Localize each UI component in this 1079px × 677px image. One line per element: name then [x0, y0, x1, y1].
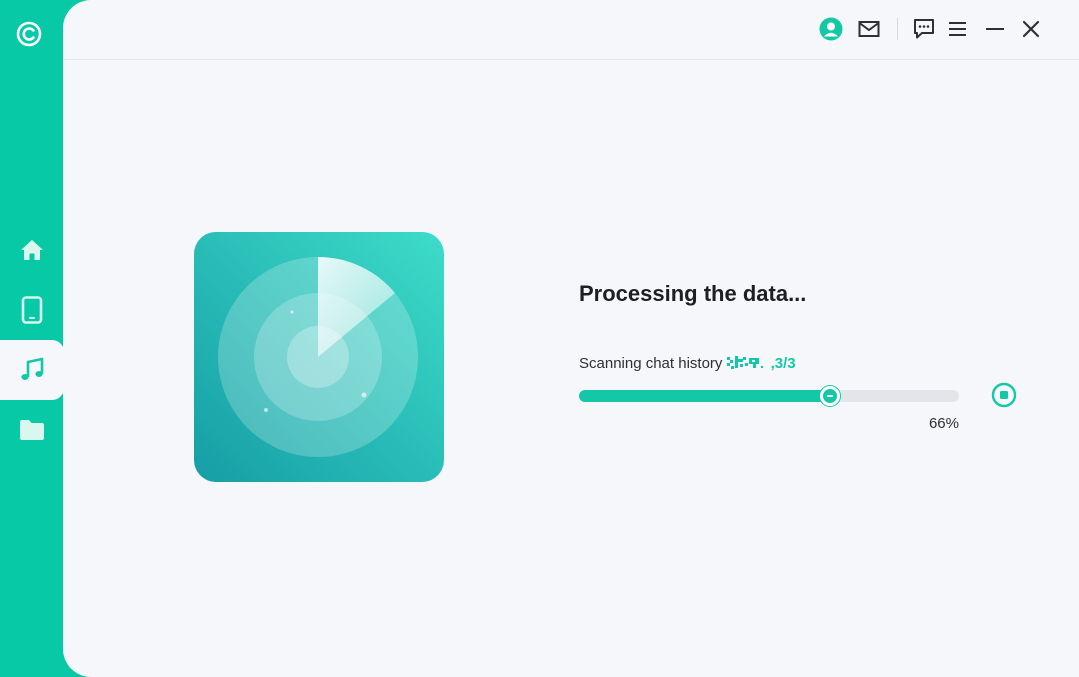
titlebar	[63, 0, 1079, 60]
feedback-button[interactable]	[911, 16, 937, 42]
progress-thumb	[819, 386, 840, 406]
sidebar-item-home[interactable]	[0, 220, 64, 280]
account-button[interactable]	[818, 16, 844, 42]
main-panel: Processing the data... Scanning chat his…	[63, 0, 1079, 677]
progress-percent: 66%	[928, 415, 959, 432]
scan-status: Scanning chat history ,3/3	[579, 355, 796, 372]
processing-title: Processing the data...	[579, 281, 807, 306]
sidebar-item-files[interactable]	[0, 400, 64, 460]
menu-icon	[949, 22, 966, 36]
home-icon	[21, 240, 43, 260]
minimize-button[interactable]	[982, 16, 1008, 42]
stop-scan-button[interactable]	[991, 382, 1017, 408]
menu-button[interactable]	[945, 16, 971, 42]
pixel-glyph-icon	[726, 356, 763, 369]
mail-button[interactable]	[856, 16, 882, 42]
close-icon	[1022, 20, 1040, 38]
close-button[interactable]	[1018, 16, 1044, 42]
scan-counter: ,3/3	[770, 355, 796, 372]
scan-status-label: Scanning chat history	[579, 355, 727, 372]
sidebar	[0, 0, 64, 677]
sidebar-item-device[interactable]	[0, 280, 64, 340]
minimize-icon	[986, 28, 1004, 30]
folder-icon	[20, 420, 44, 440]
progress-fill	[579, 390, 830, 402]
scanning-radar-illustration	[194, 232, 444, 482]
progress-bar[interactable]	[579, 386, 959, 406]
radar-icon	[194, 232, 444, 482]
app-logo-icon	[16, 21, 42, 47]
phone-icon	[21, 296, 43, 324]
account-icon	[819, 17, 843, 41]
music-icon	[21, 357, 44, 380]
sidebar-item-music[interactable]	[0, 340, 64, 400]
feedback-icon	[914, 19, 934, 39]
stop-icon	[991, 382, 1017, 408]
titlebar-divider	[897, 18, 898, 40]
mail-icon	[858, 21, 880, 37]
